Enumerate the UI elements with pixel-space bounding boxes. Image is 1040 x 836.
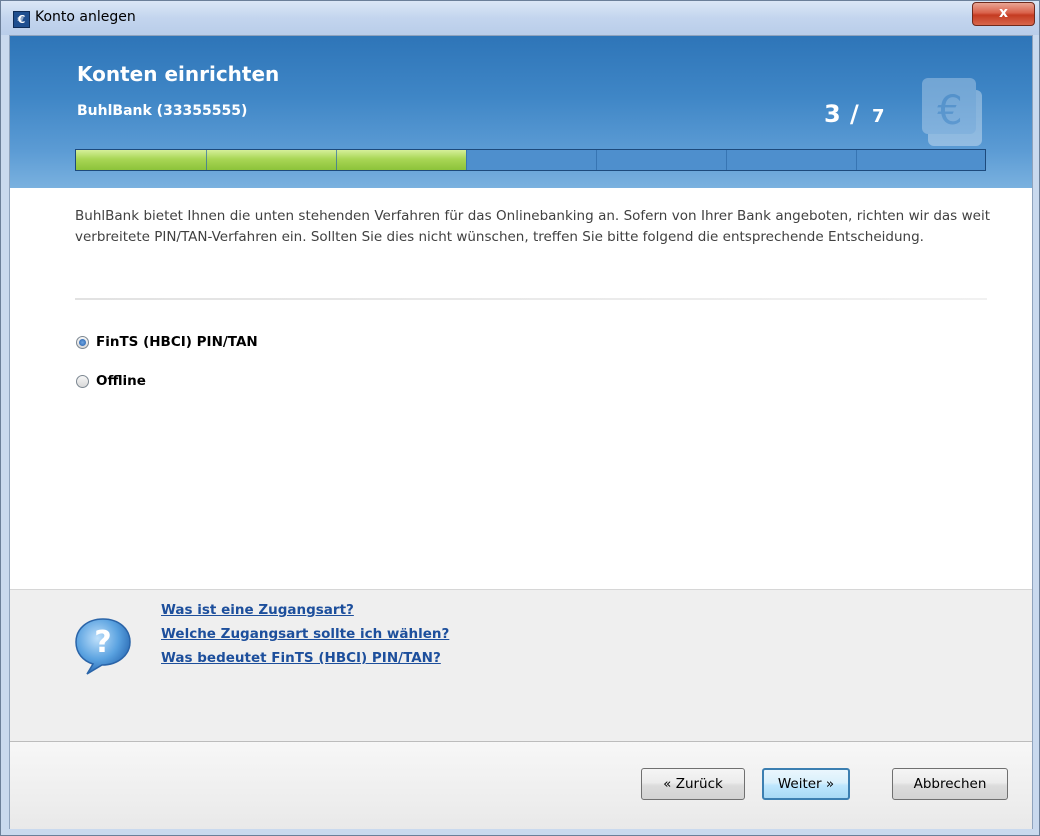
radio-unselected[interactable] xyxy=(76,374,89,388)
option-label: FinTS (HBCI) PIN/TAN xyxy=(96,334,258,350)
description-text: BuhlBank bietet Ihnen die unten stehende… xyxy=(75,208,990,245)
euro-icon: € xyxy=(13,11,30,28)
help-link-fints-meaning[interactable]: Was bedeutet FinTS (HBCI) PIN/TAN? xyxy=(161,650,441,666)
option-offline[interactable]: Offline xyxy=(76,373,146,389)
wizard-header: Konten einrichten BuhlBank (33355555) 3 … xyxy=(10,36,1032,188)
svg-text:€: € xyxy=(937,88,962,134)
euro-icon: € xyxy=(922,78,982,146)
step-separator: / xyxy=(850,100,859,128)
progress-divider xyxy=(726,150,727,170)
help-link-what-is-access-type[interactable]: Was ist eine Zugangsart? xyxy=(161,602,354,618)
progress-divider xyxy=(596,150,597,170)
question-bubble-icon: ? xyxy=(75,618,131,675)
progress-fill xyxy=(76,150,466,170)
progress-divider xyxy=(856,150,857,170)
step-total: 7 xyxy=(872,106,885,127)
next-button[interactable]: Weiter » xyxy=(762,768,850,800)
wizard-progress-bar xyxy=(75,149,986,171)
wizard-title: Konten einrichten xyxy=(77,62,280,86)
window-title: Konto anlegen xyxy=(35,9,136,25)
button-bar xyxy=(10,741,1032,829)
back-button[interactable]: « Zurück xyxy=(641,768,745,800)
progress-divider xyxy=(336,150,337,170)
title-bar[interactable]: € Konto anlegen x xyxy=(1,1,1039,35)
progress-divider xyxy=(466,150,467,170)
option-fints-pin-tan[interactable]: FinTS (HBCI) PIN/TAN xyxy=(76,334,258,350)
bank-name: BuhlBank (33355555) xyxy=(77,103,248,119)
dialog-window: € Konto anlegen x Konten einrichten Buhl… xyxy=(0,0,1040,836)
option-label: Offline xyxy=(96,373,146,389)
divider xyxy=(75,298,987,300)
cancel-button[interactable]: Abbrechen xyxy=(892,768,1008,800)
step-current: 3 xyxy=(824,100,841,128)
radio-selected[interactable] xyxy=(76,335,89,349)
dialog-content: Konten einrichten BuhlBank (33355555) 3 … xyxy=(9,35,1033,829)
close-button[interactable]: x xyxy=(972,2,1035,26)
progress-divider xyxy=(206,150,207,170)
svg-text:?: ? xyxy=(94,625,111,660)
help-link-which-access-type[interactable]: Welche Zugangsart sollte ich wählen? xyxy=(161,626,449,642)
